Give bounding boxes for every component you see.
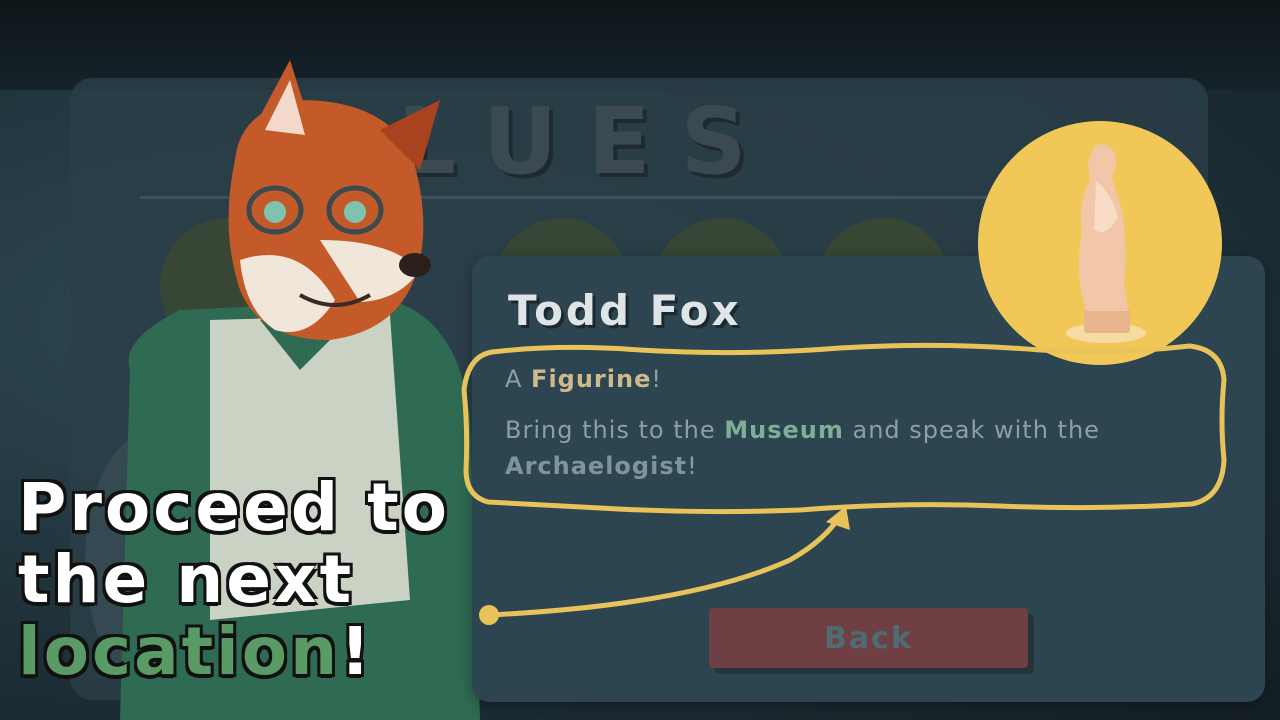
caption-line-2: the next bbox=[18, 541, 355, 618]
dialog-text: ! bbox=[651, 365, 662, 393]
figurine-icon bbox=[978, 121, 1222, 365]
caption-end: ! bbox=[340, 613, 374, 690]
caption-line-1: Proceed to bbox=[18, 469, 451, 546]
back-button[interactable]: Back bbox=[709, 608, 1028, 668]
dialog-text: and speak with the bbox=[843, 416, 1100, 444]
speaker-name: Todd Fox bbox=[508, 286, 742, 335]
caption-line-3: location! bbox=[18, 616, 450, 688]
highlight-location-name: Museum bbox=[724, 416, 844, 444]
tutorial-caption: Proceed to the next location! bbox=[18, 472, 450, 688]
caption-highlight: location bbox=[18, 613, 341, 690]
figurine-illustration bbox=[1066, 144, 1146, 343]
dialog-text: Bring this to the bbox=[505, 416, 725, 444]
dialog-text: ! bbox=[687, 452, 698, 480]
dialog-line-2: Bring this to the Museum and speak with … bbox=[505, 412, 1185, 484]
dialog-line-1: A Figurine! bbox=[505, 365, 662, 393]
highlight-item-name: Figurine bbox=[531, 365, 652, 393]
dialog-text: A bbox=[505, 365, 532, 393]
highlight-npc-name: Archaelogist bbox=[505, 452, 688, 480]
